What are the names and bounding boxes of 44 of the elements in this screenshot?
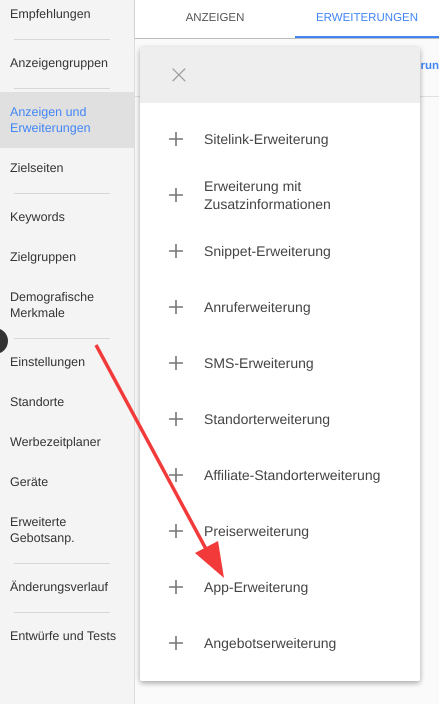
menu-item-label: Affiliate-Standorterweiterung [204,466,380,484]
menu-item-label: App-Erweiterung [204,578,308,596]
plus-icon [169,244,183,258]
plus-icon [169,524,183,538]
menu-item[interactable]: Sitelink-Erweiterung [140,111,420,167]
menu-item[interactable]: SMS-Erweiterung [140,335,420,391]
sidebar-item[interactable]: Geräte [0,462,134,502]
plus-icon [169,636,183,650]
plus-icon [169,188,183,202]
menu-item-label: Anruferweiterung [204,298,311,316]
menu-item[interactable]: Anruferweiterung [140,279,420,335]
plus-icon [169,300,183,314]
plus-icon [169,468,183,482]
tab[interactable]: ANZEIGEN [135,0,295,38]
sidebar-item[interactable]: Zielgruppen [0,237,134,277]
sidebar-item[interactable]: Werbezeitplaner [0,422,134,462]
menu-item[interactable]: Preiserweiterung [140,503,420,559]
sidebar-item[interactable]: Standorte [0,382,134,422]
menu-item-label: Angebotserweiterung [204,634,336,652]
menu-item-label: SMS-Erweiterung [204,354,314,372]
plus-icon [169,132,183,146]
menu-item-label: Standorterweiterung [204,410,330,428]
plus-icon [169,356,183,370]
menu-item-label: Snippet-Erweiterung [204,242,331,260]
menu-item[interactable]: Angebotserweiterung [140,615,420,671]
menu-item-label: Preiserweiterung [204,522,310,540]
menu-item-label: Sitelink-Erweiterung [204,130,328,148]
menu-item-label: Erweiterung mit Zusatzinformationen [204,177,332,213]
menu-item[interactable]: App-Erweiterung [140,559,420,615]
sidebar-item[interactable]: Demografische Merkmale [0,277,134,333]
sidebar-item[interactable]: Zielseiten [0,148,134,188]
menu-item[interactable]: Standorterweiterung [140,391,420,447]
sidebar-item[interactable]: Anzeigengruppen [0,43,134,83]
sidebar-item[interactable]: Keywords [0,197,134,237]
menu-item[interactable]: Erweiterung mit Zusatzinformationen [140,167,420,223]
sidebar-item[interactable]: Erweiterte Gebotsanp. [0,502,134,558]
sidebar-item[interactable]: Einstellungen [0,342,134,382]
menu-item[interactable]: Affiliate-Standorterweiterung [140,447,420,503]
sidebar-item[interactable]: Änderungsverlauf [0,567,134,607]
sidebar-item[interactable]: Empfehlungen [0,0,134,34]
sidebar-item[interactable]: Entwürfe und Tests [0,616,134,656]
plus-icon [169,412,183,426]
menu-item[interactable]: Snippet-Erweiterung [140,223,420,279]
plus-icon [169,580,183,594]
